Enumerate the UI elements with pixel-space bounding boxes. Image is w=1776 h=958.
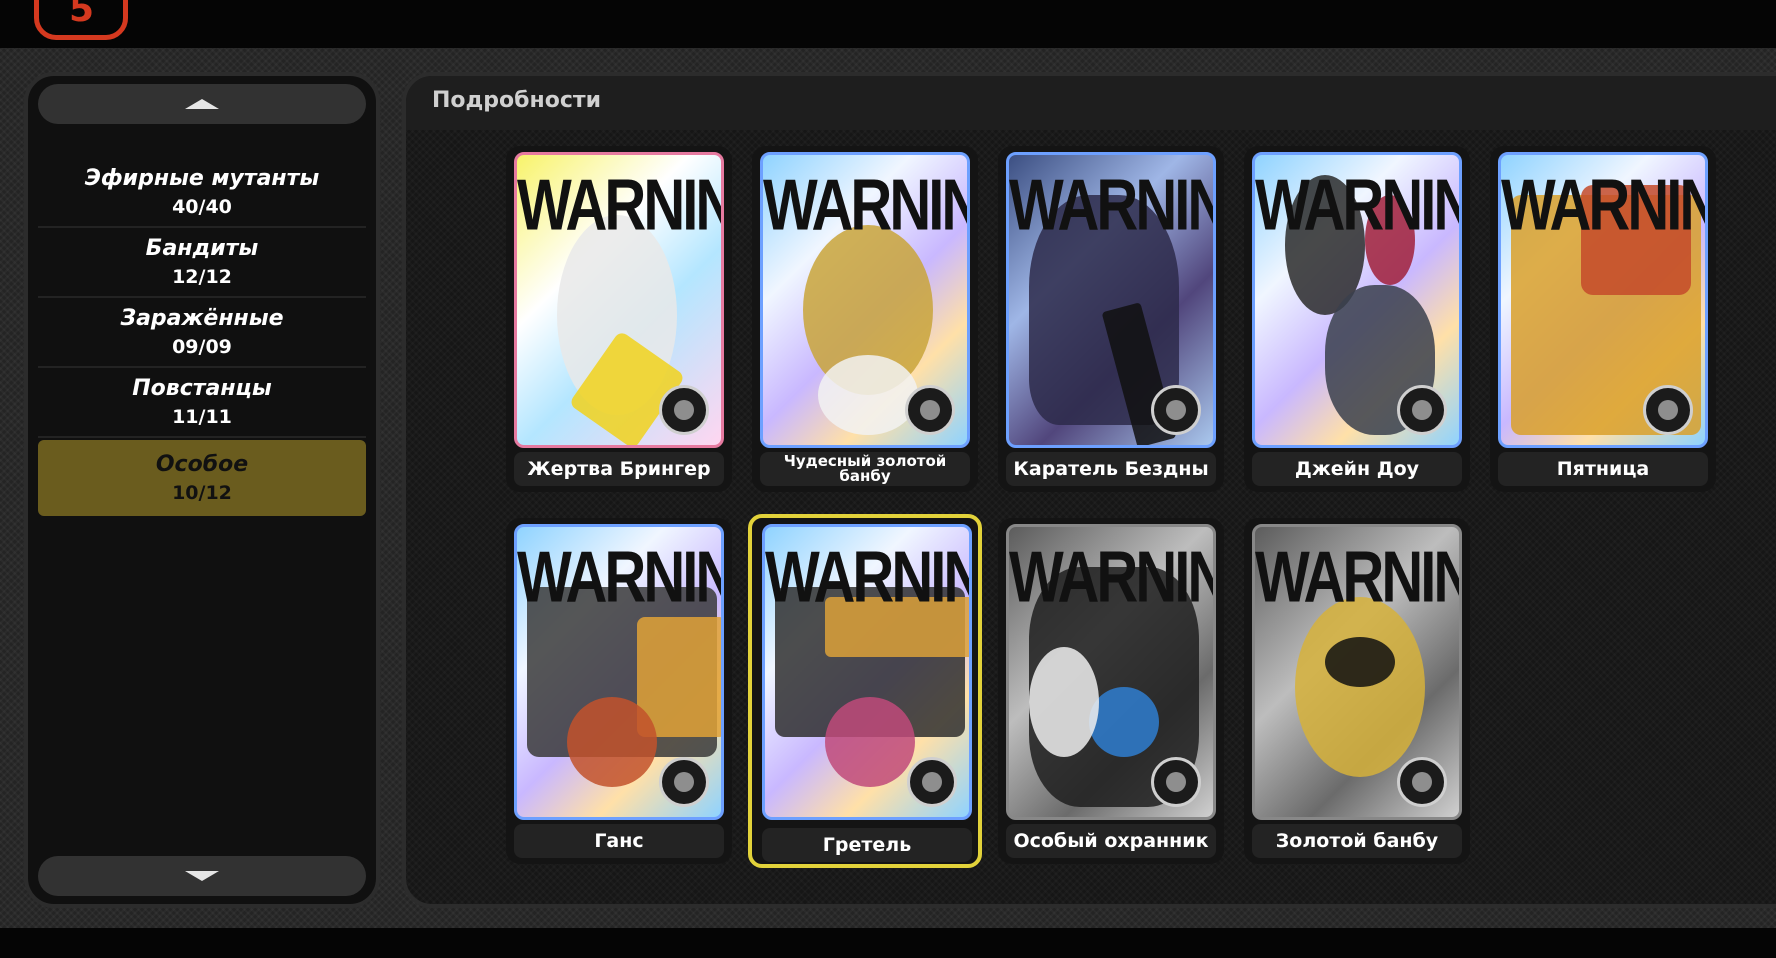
category-list: Эфирные мутанты 40/40 Бандиты 12/12 Зара…	[38, 158, 366, 516]
card-label: Жертва Брингер	[514, 452, 724, 486]
card-art: WARNING	[514, 152, 724, 448]
card-special-guard[interactable]: WARNING Особый охранник	[998, 518, 1224, 864]
category-count: 40/40	[172, 196, 232, 218]
card-wondrous-golden-bangboo[interactable]: WARNING Чудесный золотой банбу	[752, 146, 978, 492]
category-item-rebels[interactable]: Повстанцы 11/11	[38, 368, 366, 438]
card-art: WARNING	[1498, 152, 1708, 448]
warning-text: WARNING	[1009, 536, 1213, 618]
scroll-up-button[interactable]	[38, 84, 366, 124]
card-art: WARNING	[1252, 524, 1462, 820]
category-count: 12/12	[172, 266, 232, 288]
card-name: Золотой банбу	[1275, 830, 1439, 852]
card-label: Чудесный золотой банбу	[760, 452, 970, 486]
panel-header: Подробности	[406, 76, 1776, 130]
bottom-bar	[0, 928, 1776, 958]
card-name: Пятница	[1556, 458, 1650, 480]
card-name: Чудесный золотой банбу	[783, 452, 947, 485]
category-name: Эфирные мутанты	[84, 166, 320, 191]
card-gretel[interactable]: WARNING Гретель	[748, 514, 982, 868]
page-title: Подробности	[432, 88, 602, 113]
card-name: Ганс	[594, 830, 644, 852]
top-bar: 5	[0, 0, 1776, 48]
organic-badge-icon	[1151, 385, 1201, 435]
card-label: Гретель	[762, 828, 972, 862]
machine-badge-icon	[1643, 385, 1693, 435]
category-item-infected[interactable]: Заражённые 09/09	[38, 298, 366, 368]
sacrifice-badge-icon	[659, 385, 709, 435]
warning-text: WARNING	[765, 536, 969, 618]
card-art: WARNING	[762, 524, 972, 820]
game-logo: 5	[34, 0, 128, 40]
warning-text: WARNING	[517, 164, 721, 246]
category-count: 10/12	[172, 482, 232, 504]
triangle-down-icon	[185, 871, 219, 881]
card-art: WARNING	[760, 152, 970, 448]
card-abyss-punisher[interactable]: WARNING Каратель Бездны	[998, 146, 1224, 492]
organic-badge-icon	[1151, 757, 1201, 807]
card-label: Ганс	[514, 824, 724, 858]
card-label: Пятница	[1498, 452, 1708, 486]
machine-badge-icon	[659, 757, 709, 807]
warning-text: WARNING	[1255, 164, 1459, 246]
card-name: Особый охранник	[1013, 830, 1209, 852]
triangle-up-icon	[185, 99, 219, 109]
category-name: Заражённые	[120, 306, 284, 331]
card-art: WARNING	[1252, 152, 1462, 448]
card-name: Гретель	[822, 834, 912, 856]
warning-text: WARNING	[763, 164, 967, 246]
card-name: Каратель Бездны	[1013, 458, 1209, 480]
scroll-down-button[interactable]	[38, 856, 366, 896]
card-label: Джейн Доу	[1252, 452, 1462, 486]
category-count: 11/11	[172, 406, 232, 428]
category-item-bandits[interactable]: Бандиты 12/12	[38, 228, 366, 298]
machine-badge-icon	[907, 757, 957, 807]
warning-text: WARNING	[1501, 164, 1705, 246]
card-hans[interactable]: WARNING Ганс	[506, 518, 732, 864]
machine-badge-icon	[1397, 757, 1447, 807]
category-name: Особое	[155, 452, 249, 477]
card-art: WARNING	[1006, 524, 1216, 820]
category-item-aether-mutants[interactable]: Эфирные мутанты 40/40	[38, 158, 366, 228]
card-sacrifice-bringer[interactable]: WARNING Жертва Брингер	[506, 146, 732, 492]
category-count: 09/09	[172, 336, 232, 358]
card-label: Особый охранник	[1006, 824, 1216, 858]
card-name: Джейн Доу	[1294, 458, 1420, 480]
card-name: Жертва Брингер	[527, 458, 711, 480]
warning-text: WARNING	[517, 536, 721, 618]
category-sidebar: Эфирные мутанты 40/40 Бандиты 12/12 Зара…	[24, 72, 380, 908]
category-item-special[interactable]: Особое 10/12	[38, 440, 366, 516]
card-jane-doe[interactable]: WARNING Джейн Доу	[1244, 146, 1470, 492]
category-name: Повстанцы	[132, 376, 272, 401]
card-label: Каратель Бездны	[1006, 452, 1216, 486]
card-friday[interactable]: WARNING Пятница	[1490, 146, 1716, 492]
machine-badge-icon	[905, 385, 955, 435]
warning-text: WARNING	[1009, 164, 1213, 246]
organic-badge-icon	[1397, 385, 1447, 435]
card-label: Золотой банбу	[1252, 824, 1462, 858]
card-art: WARNING	[1006, 152, 1216, 448]
card-golden-bangboo[interactable]: WARNING Золотой банбу	[1244, 518, 1470, 864]
warning-text: WARNING	[1255, 536, 1459, 618]
category-name: Бандиты	[145, 236, 259, 261]
card-art: WARNING	[514, 524, 724, 820]
